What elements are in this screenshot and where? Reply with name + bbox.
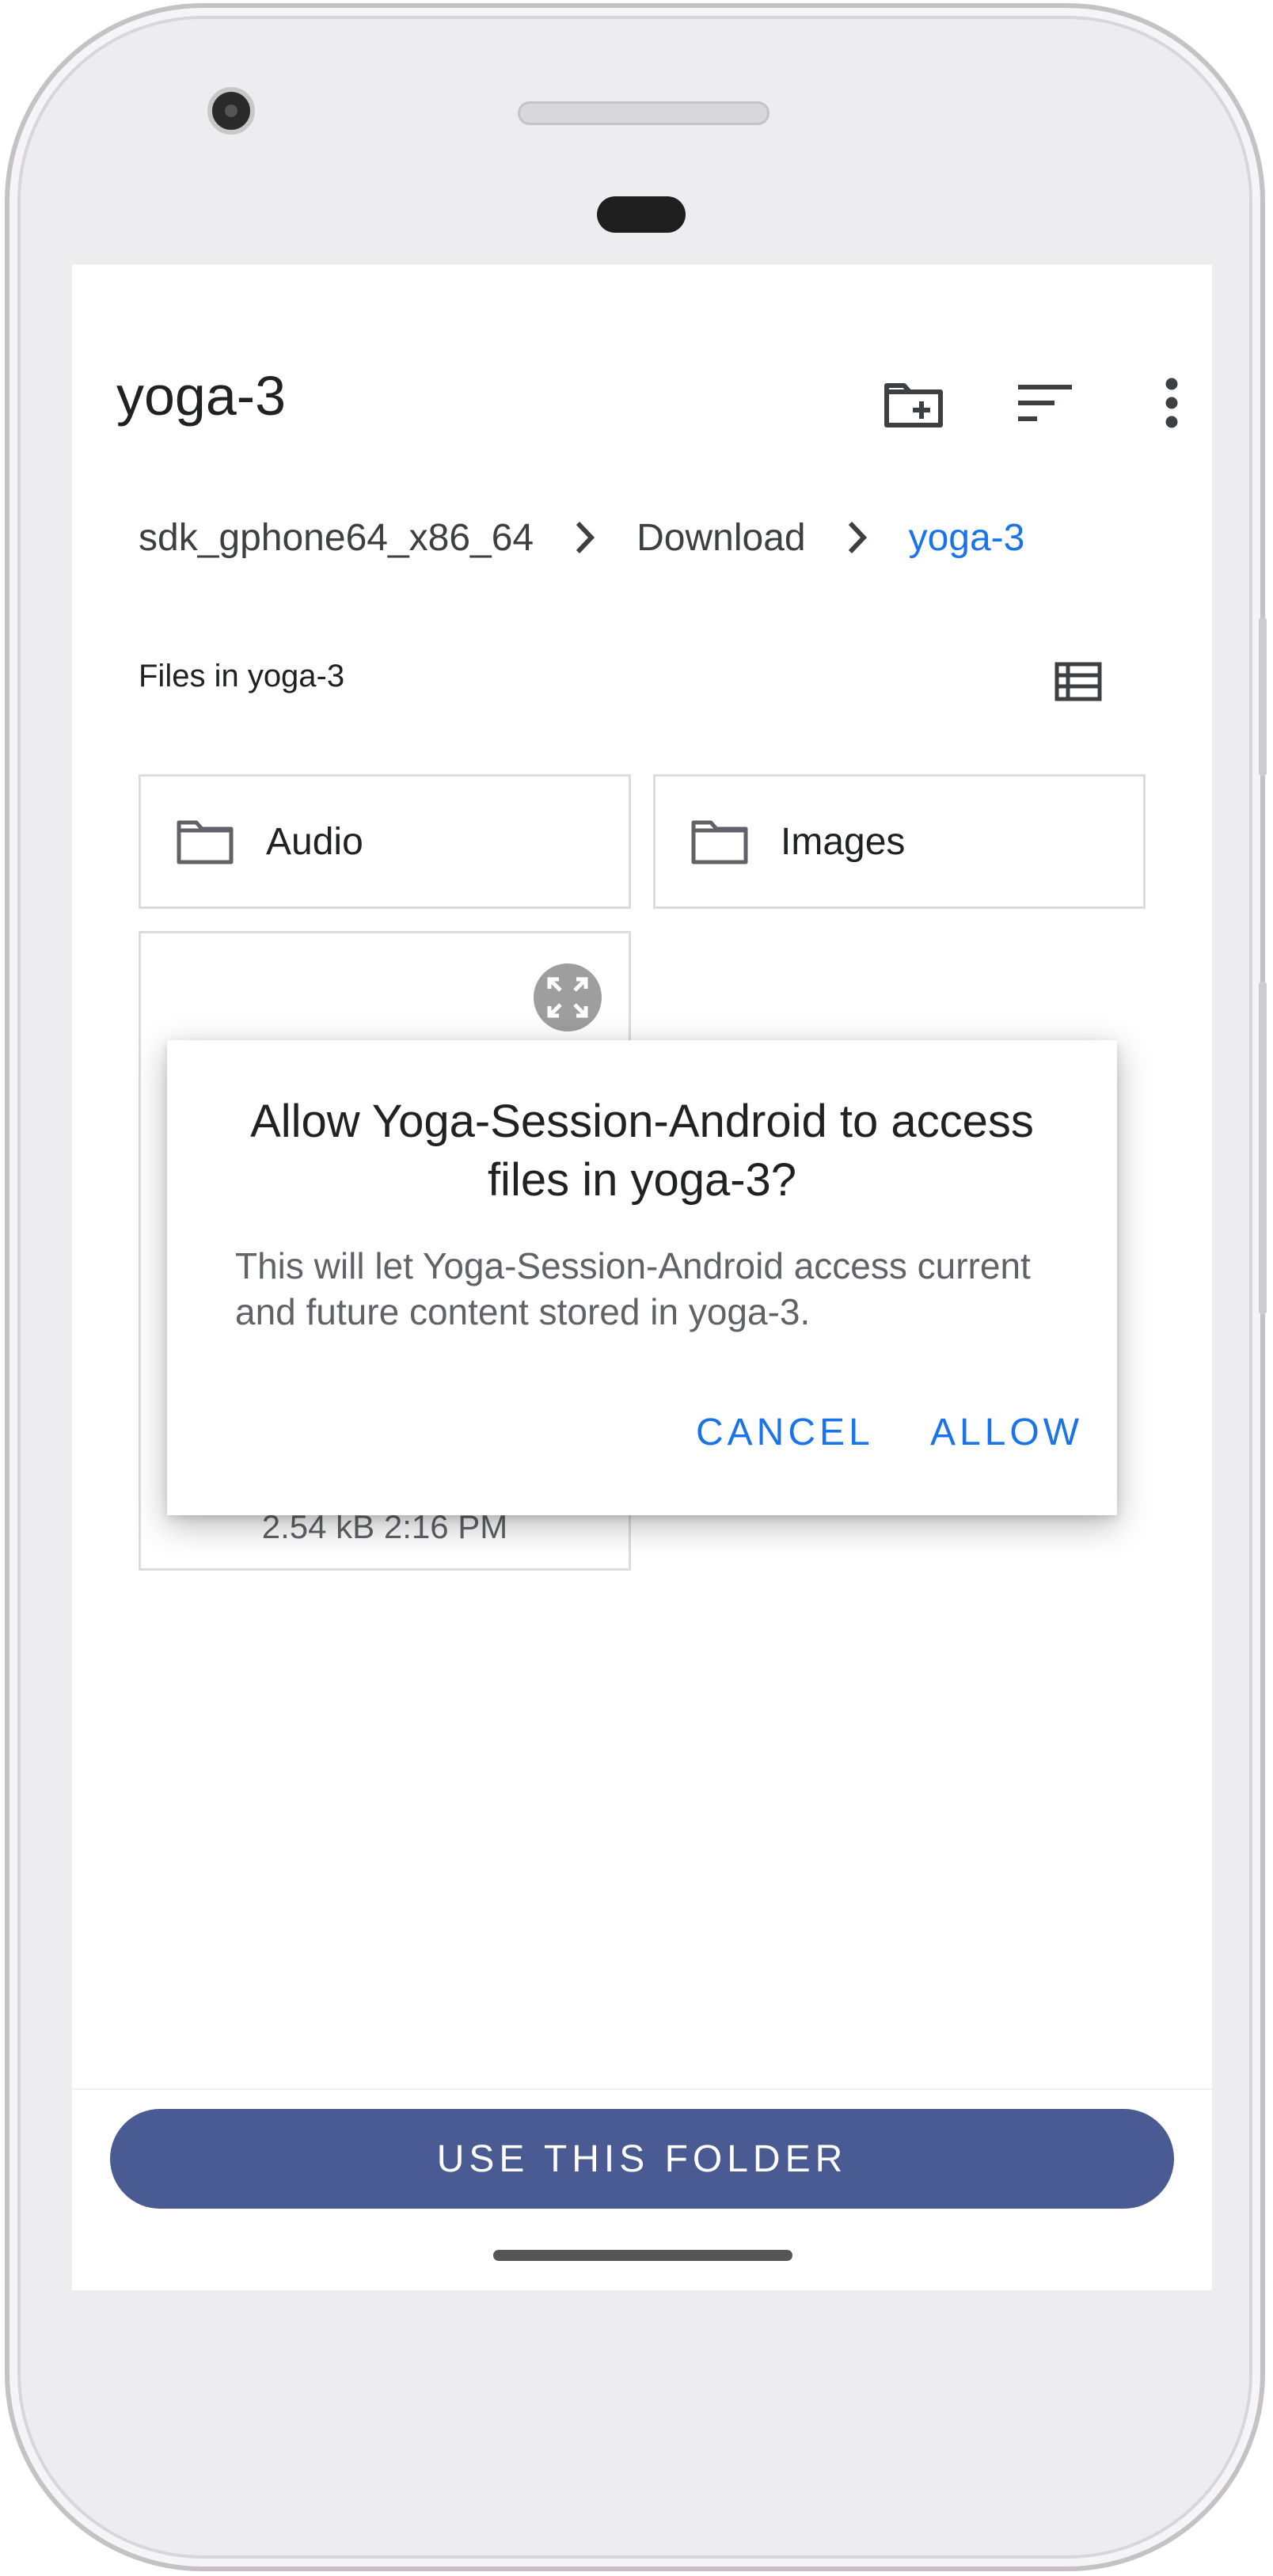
more-vert-icon[interactable] xyxy=(1136,367,1207,439)
expand-icon[interactable] xyxy=(534,963,602,1032)
proximity-sensor xyxy=(597,196,686,233)
sort-icon[interactable] xyxy=(1009,367,1081,439)
section-label: Files in yoga-3 xyxy=(139,659,345,693)
use-this-folder-button[interactable]: USE THIS FOLDER xyxy=(110,2109,1174,2209)
breadcrumb-item-current[interactable]: yoga-3 xyxy=(909,516,1025,560)
volume-button xyxy=(1259,982,1267,1314)
folder-name: Audio xyxy=(266,820,363,863)
breadcrumb-item-download[interactable]: Download xyxy=(636,516,805,560)
power-button xyxy=(1259,617,1267,776)
chevron-right-icon xyxy=(557,518,613,557)
list-view-icon[interactable] xyxy=(1044,654,1112,709)
dialog-title: Allow Yoga-Session-Android to access fil… xyxy=(250,1096,1034,1206)
allow-button[interactable]: ALLOW xyxy=(930,1411,1083,1454)
earpiece-speaker xyxy=(518,101,770,125)
chevron-right-icon xyxy=(830,518,885,557)
screen: yoga-3 sdk_gphone64_x86_64 Download yoga… xyxy=(72,264,1212,2290)
folder-icon xyxy=(176,810,239,873)
folder-icon xyxy=(690,810,754,873)
cancel-button[interactable]: CANCEL xyxy=(696,1411,874,1454)
page-title: yoga-3 xyxy=(116,365,287,427)
gesture-bar[interactable] xyxy=(493,2250,792,2261)
permission-dialog: Allow Yoga-Session-Android to access fil… xyxy=(167,1040,1117,1515)
folder-name: Images xyxy=(781,820,906,863)
dialog-body: This will let Yoga-Session-Android acces… xyxy=(235,1245,1031,1332)
divider xyxy=(72,2088,1212,2090)
breadcrumb-item-root[interactable]: sdk_gphone64_x86_64 xyxy=(139,516,534,560)
breadcrumb: sdk_gphone64_x86_64 Download yoga-3 xyxy=(139,510,1024,565)
folder-tile-audio[interactable]: Audio xyxy=(139,774,631,909)
create-folder-icon[interactable] xyxy=(878,367,949,439)
folder-tile-images[interactable]: Images xyxy=(653,774,1146,909)
phone-frame: yoga-3 sdk_gphone64_x86_64 Download yoga… xyxy=(5,3,1267,2571)
front-camera xyxy=(207,87,255,135)
